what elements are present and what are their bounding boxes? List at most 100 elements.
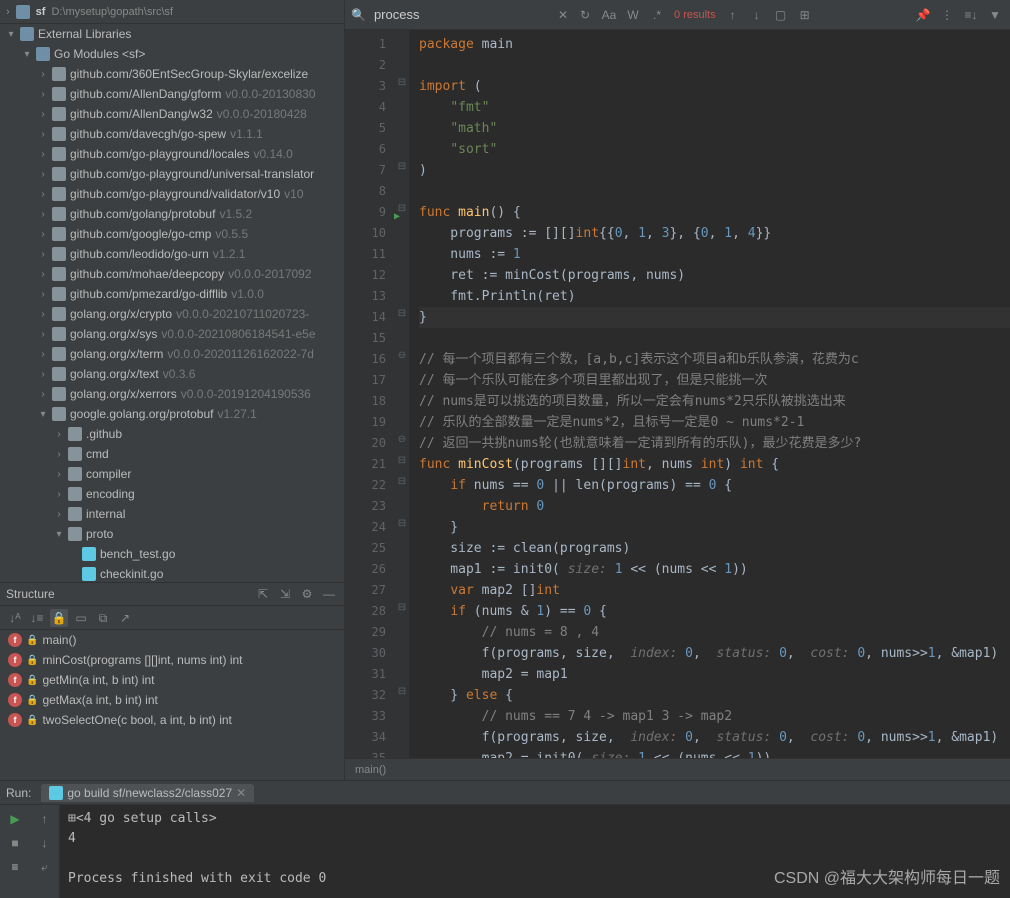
wrap-icon[interactable]: ⤶ [35,857,55,877]
chevron-right-icon[interactable]: › [54,469,64,480]
package-node[interactable]: github.com/go-playground/locales [70,147,249,161]
package-node[interactable]: golang.org/x/xerrors [70,387,177,401]
select-all-icon[interactable]: ▢ [772,8,790,22]
package-node[interactable]: golang.org/x/crypto [70,307,172,321]
add-selection-icon[interactable]: ⊞ [796,8,814,22]
minimize-icon[interactable]: — [320,585,338,603]
fold-marker[interactable]: ⊟ [395,450,409,471]
line-number[interactable]: 27 [345,580,386,601]
line-number[interactable]: 1 [345,34,386,55]
line-number[interactable]: 31 [345,664,386,685]
settings-icon[interactable]: ≡↓ [962,8,980,22]
line-number[interactable]: 25 [345,538,386,559]
code-line[interactable]: "fmt" [419,97,1010,118]
code-line[interactable]: programs := [][]int{{0, 1, 3}, {0, 1, 4}… [419,223,1010,244]
down-icon[interactable]: ↓ [748,8,766,22]
fold-marker[interactable] [395,30,409,51]
chevron-right-icon[interactable]: › [38,189,48,200]
fold-marker[interactable]: ⊟ [395,513,409,534]
package-node[interactable]: github.com/mohae/deepcopy [70,267,224,281]
line-number[interactable]: 32 [345,685,386,706]
search-icon[interactable]: 🔍 [351,8,366,22]
code-line[interactable]: } [419,307,1010,328]
fold-column[interactable]: ⊟⊟⊟⊟⊖⊖⊟⊟⊟⊟⊟ [395,30,409,758]
fold-marker[interactable]: ⊟ [395,597,409,618]
code-line[interactable]: size := clean(programs) [419,538,1010,559]
package-node[interactable]: golang.org/x/text [70,367,159,381]
line-number[interactable]: 33 [345,706,386,727]
fold-marker[interactable] [395,135,409,156]
collapse-icon[interactable]: ⇱ [254,585,272,603]
regex-icon[interactable]: .* [648,8,666,22]
fold-marker[interactable]: ⊟ [395,156,409,177]
line-number[interactable]: 12 [345,265,386,286]
fold-marker[interactable] [395,723,409,744]
line-number[interactable]: 2 [345,55,386,76]
external-libraries-node[interactable]: External Libraries [38,27,131,41]
fold-marker[interactable] [395,744,409,758]
chevron-right-icon[interactable]: › [38,389,48,400]
code-line[interactable]: // 每一个乐队可能在多个项目里都出现了，但是只能挑一次 [419,370,1010,391]
show-inherited-icon[interactable]: ↗ [116,609,134,627]
line-number[interactable]: 21 [345,454,386,475]
line-number[interactable]: 3 [345,76,386,97]
file-node[interactable]: bench_test.go [100,547,175,561]
fold-marker[interactable] [395,618,409,639]
chevron-down-icon[interactable]: ▾ [22,49,32,60]
chevron-right-icon[interactable]: › [54,489,64,500]
line-number[interactable]: 29 [345,622,386,643]
fold-marker[interactable] [395,282,409,303]
chevron-right-icon[interactable]: › [38,309,48,320]
line-number[interactable]: 14 [345,307,386,328]
stop-icon[interactable]: ■ [5,833,25,853]
fold-marker[interactable] [395,492,409,513]
line-number[interactable]: 22 [345,475,386,496]
line-number[interactable]: 18 [345,391,386,412]
code-line[interactable]: map1 := init0( size: 1 << (nums << 1)) [419,559,1010,580]
words-icon[interactable]: W [624,8,642,22]
code-area[interactable]: package mainimport ( "fmt" "math" "sort"… [409,30,1010,758]
code-line[interactable]: func main() { [419,202,1010,223]
chevron-right-icon[interactable]: › [54,449,64,460]
fold-marker[interactable] [395,324,409,345]
chevron-down-icon[interactable]: ▾ [54,529,64,540]
fold-marker[interactable] [395,261,409,282]
run-gutter-icon[interactable]: ▶ [394,206,400,227]
line-number[interactable]: 19 [345,412,386,433]
chevron-right-icon[interactable]: › [38,249,48,260]
folder-node[interactable]: proto [86,527,113,541]
chevron-right-icon[interactable]: › [38,229,48,240]
folder-node[interactable]: cmd [86,447,109,461]
filter-icon[interactable]: ▼ [986,8,1004,22]
chevron-right-icon[interactable]: › [54,429,64,440]
line-number[interactable]: 15 [345,328,386,349]
line-number[interactable]: 23 [345,496,386,517]
line-number[interactable]: 20 [345,433,386,454]
sort-visibility-icon[interactable]: ↓≡ [28,609,46,627]
fold-marker[interactable] [395,702,409,723]
file-node[interactable]: checkinit.go [100,567,163,581]
code-line[interactable]: // 每一个项目都有三个数，[a,b,c]表示这个项目a和b乐队参演，花费为c [419,349,1010,370]
chevron-right-icon[interactable]: › [38,329,48,340]
structure-item[interactable]: twoSelectOne(c bool, a int, b int) int [42,713,231,727]
chevron-right-icon[interactable]: › [38,289,48,300]
code-line[interactable]: ) [419,160,1010,181]
lock-icon[interactable]: 🔒 [50,609,68,627]
chevron-right-icon[interactable]: › [38,169,48,180]
line-number[interactable]: 26 [345,559,386,580]
structure-panel[interactable]: f🔒main()f🔒minCost(programs [][]int, nums… [0,630,344,780]
fold-marker[interactable] [395,240,409,261]
line-number[interactable]: 34 [345,727,386,748]
fold-marker[interactable]: ⊟ [395,681,409,702]
package-node[interactable]: github.com/leodido/go-urn [70,247,209,261]
fold-marker[interactable] [395,408,409,429]
gutter[interactable]: 123456789▶101112131415161718192021222324… [345,30,395,758]
code-line[interactable] [419,181,1010,202]
package-node[interactable]: github.com/pmezard/go-difflib [70,287,227,301]
code-line[interactable]: } else { [419,685,1010,706]
line-number[interactable]: 30 [345,643,386,664]
search-input[interactable] [374,7,550,22]
project-name[interactable]: sf [36,6,46,18]
code-line[interactable]: import ( [419,76,1010,97]
package-node[interactable]: golang.org/x/sys [70,327,157,341]
